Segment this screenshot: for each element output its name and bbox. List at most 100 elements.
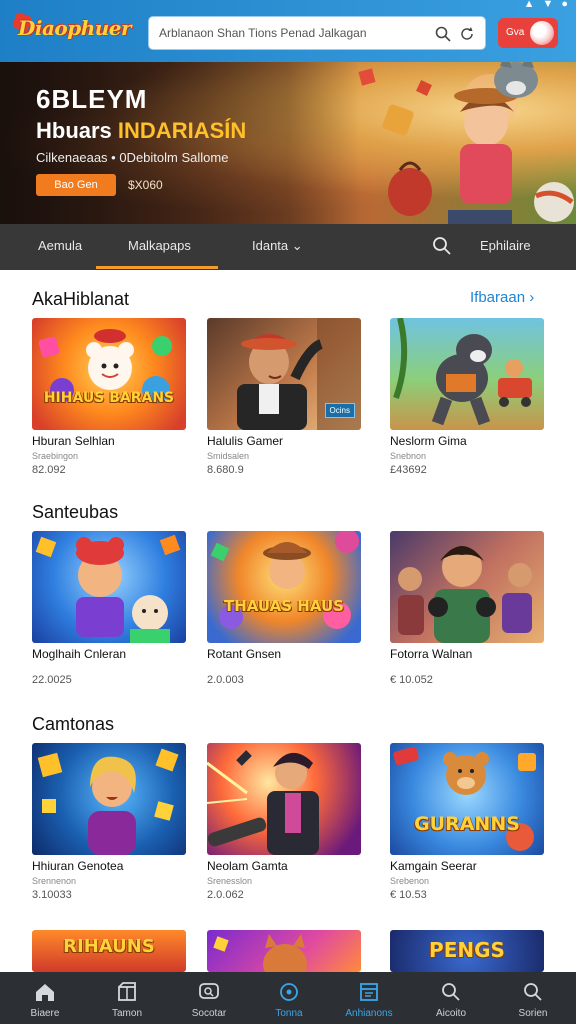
thumbnail-art (210, 531, 359, 629)
game-thumbnail[interactable]: PENGS (390, 930, 544, 972)
thumbnail-art (38, 329, 172, 404)
card-value: 3.10033 (32, 889, 72, 901)
card-badge: Ocins (324, 403, 355, 418)
game-card[interactable]: Neslorm Gima Snebnon £43692 (390, 318, 544, 476)
hero-illustration (358, 62, 574, 224)
section-title: Santeubas (32, 502, 119, 522)
app-logo[interactable]: Diaophuer (18, 16, 132, 40)
status-bar: ▲ ▼ ● (524, 0, 568, 10)
hero-title: 6BLEYM (36, 84, 148, 114)
card-title: Rotant Gnsen (207, 647, 282, 661)
thumbnail-art (393, 746, 536, 851)
game-thumbnail[interactable] (390, 318, 544, 430)
card-title: Neslorm Gima (390, 434, 467, 448)
signal-icon: ▲ (523, 0, 535, 10)
game-card[interactable]: RIHAUNS (32, 930, 186, 972)
bottom-nav-item-anhianons[interactable]: Anhianons (328, 972, 410, 1024)
search-icon[interactable] (432, 236, 452, 256)
game-thumbnail[interactable]: THAUAS HAUS (207, 531, 361, 643)
card-title: Neolam Gamta (207, 859, 288, 873)
search-bar[interactable]: Arblanaon Shan Tions Penad Jalkagan (148, 16, 486, 50)
chat-icon (199, 983, 219, 999)
thumbnail-art (37, 748, 179, 855)
thumbnail-caption: HIHAUS BARANS (43, 390, 175, 406)
thumbnail-art (393, 318, 532, 426)
card-value: 8.680.9 (207, 464, 244, 476)
card-title: Fotorra Walnan (390, 647, 473, 661)
game-card[interactable]: GURANNS Kamgain Seerar Srebenon € 10.53 (390, 743, 544, 901)
game-thumbnail[interactable]: GURANNS (390, 743, 544, 855)
top-header: ▲ ▼ ● Diaophuer Arblanaon Shan Tions Pen… (0, 0, 576, 62)
app-screen: ▲ ▼ ● Diaophuer Arblanaon Shan Tions Pen… (0, 0, 576, 1024)
card-value: 2.0.003 (207, 674, 244, 686)
category-nav: Aemula Malkapaps Idanta ⌄ Ephilaire (0, 224, 576, 270)
game-card[interactable]: PENGS (390, 930, 544, 972)
tab-malkapaps[interactable]: Malkapaps (128, 238, 191, 253)
game-thumbnail[interactable]: HIHAUS BARANS (32, 318, 186, 430)
game-card[interactable]: THAUAS HAUS Rotant Gnsen 2.0.003 (207, 531, 361, 686)
bottom-nav-item-tamon[interactable]: Tamon (86, 972, 168, 1024)
thumbnail-art (207, 750, 319, 855)
battery-icon: ● (561, 0, 568, 10)
avatar[interactable] (530, 21, 554, 45)
thumbnail-caption: RIHAUNS (63, 936, 155, 957)
game-card[interactable]: Hhiuran Genotea Srennenon 3.10033 (32, 743, 186, 901)
see-all-link[interactable]: Ifbaraan › (470, 289, 534, 306)
bottom-nav-item-sorien[interactable]: Sorien (492, 972, 574, 1024)
hero-cta-button[interactable]: Bao Gen (36, 174, 116, 196)
bottom-navigation: Biaere Tamon Socotar Tonna Anhianons Aic… (0, 972, 576, 1024)
search-icon (524, 983, 542, 1001)
search-icon[interactable] (435, 26, 451, 42)
hero-meta: $X060 (128, 178, 163, 192)
tab-aemula[interactable]: Aemula (38, 238, 82, 253)
search-icon (442, 983, 460, 1001)
bottom-nav-item-biaere[interactable]: Biaere (4, 972, 86, 1024)
card-title: Kamgain Seerar (390, 859, 477, 873)
section-title: Camtonas (32, 714, 115, 734)
card-subtitle: Smidsalen (207, 451, 250, 461)
card-title: Moglhaih Cnleran (32, 647, 127, 661)
game-thumbnail[interactable]: Ocins (207, 318, 361, 430)
card-title: Halulis Gamer (207, 434, 284, 448)
card-subtitle: Srennenon (32, 876, 77, 886)
game-card[interactable]: Neolam Gamta Srenesslon 2.0.062 (207, 743, 361, 901)
game-thumbnail[interactable] (207, 743, 361, 855)
game-card[interactable]: Ocins Halulis Gamer Smidsalen 8.680.9 (207, 318, 361, 476)
game-card[interactable]: Fotorra Walnan € 10.052 (390, 531, 544, 686)
card-value: 82.092 (32, 464, 66, 476)
game-card[interactable]: HIHAUS BARANS Hburan Selhlan Sraebingon … (32, 318, 186, 476)
hero-subtitle: Hbuars INDARIASÍN (36, 118, 247, 143)
calendar-icon (360, 983, 378, 1001)
game-thumbnail[interactable]: RIHAUNS (32, 930, 186, 972)
section-title: AkaHiblanat (32, 289, 130, 309)
bottom-nav-item-tonna[interactable]: Tonna (248, 972, 330, 1024)
game-thumbnail[interactable] (32, 531, 186, 643)
login-button[interactable]: Gva (498, 18, 558, 48)
game-card[interactable]: Moglhaih Cnleran 22.0025 (32, 531, 186, 686)
card-title: Hhiuran Genotea (32, 859, 124, 873)
thumbnail-caption: PENGS (429, 938, 505, 962)
refresh-icon[interactable] (459, 26, 475, 42)
home-icon (36, 984, 54, 1001)
search-input[interactable]: Arblanaon Shan Tions Penad Jalkagan (159, 26, 367, 40)
thumbnail-art (213, 934, 307, 972)
card-value: 2.0.062 (207, 889, 244, 901)
bottom-nav-item-aicoito[interactable]: Aicoito (410, 972, 492, 1024)
thumbnail-caption: GURANNS (414, 813, 520, 835)
card-subtitle: Sraebingon (32, 451, 79, 461)
tab-idanta-dropdown[interactable]: Idanta ⌄ (252, 238, 303, 254)
tab-ephilaire[interactable]: Ephilaire (480, 238, 531, 253)
game-thumbnail[interactable] (390, 531, 544, 643)
card-value: £43692 (390, 464, 427, 476)
box-icon (118, 982, 136, 1001)
game-thumbnail[interactable] (32, 743, 186, 855)
bottom-nav-item-socotar[interactable]: Socotar (168, 972, 250, 1024)
game-card[interactable] (207, 930, 361, 972)
card-title: Hburan Selhlan (32, 434, 115, 448)
hero-description: Cilkenaeaas • 0Debitolm Sallome (36, 150, 229, 165)
hero-banner[interactable]: 6BLEYM Hbuars INDARIASÍN Cilkenaeaas • 0… (0, 62, 576, 224)
card-value: € 10.53 (390, 889, 427, 901)
game-thumbnail[interactable] (207, 930, 361, 972)
thumbnail-caption: THAUAS HAUS (224, 597, 344, 615)
circle-icon (280, 983, 298, 1001)
